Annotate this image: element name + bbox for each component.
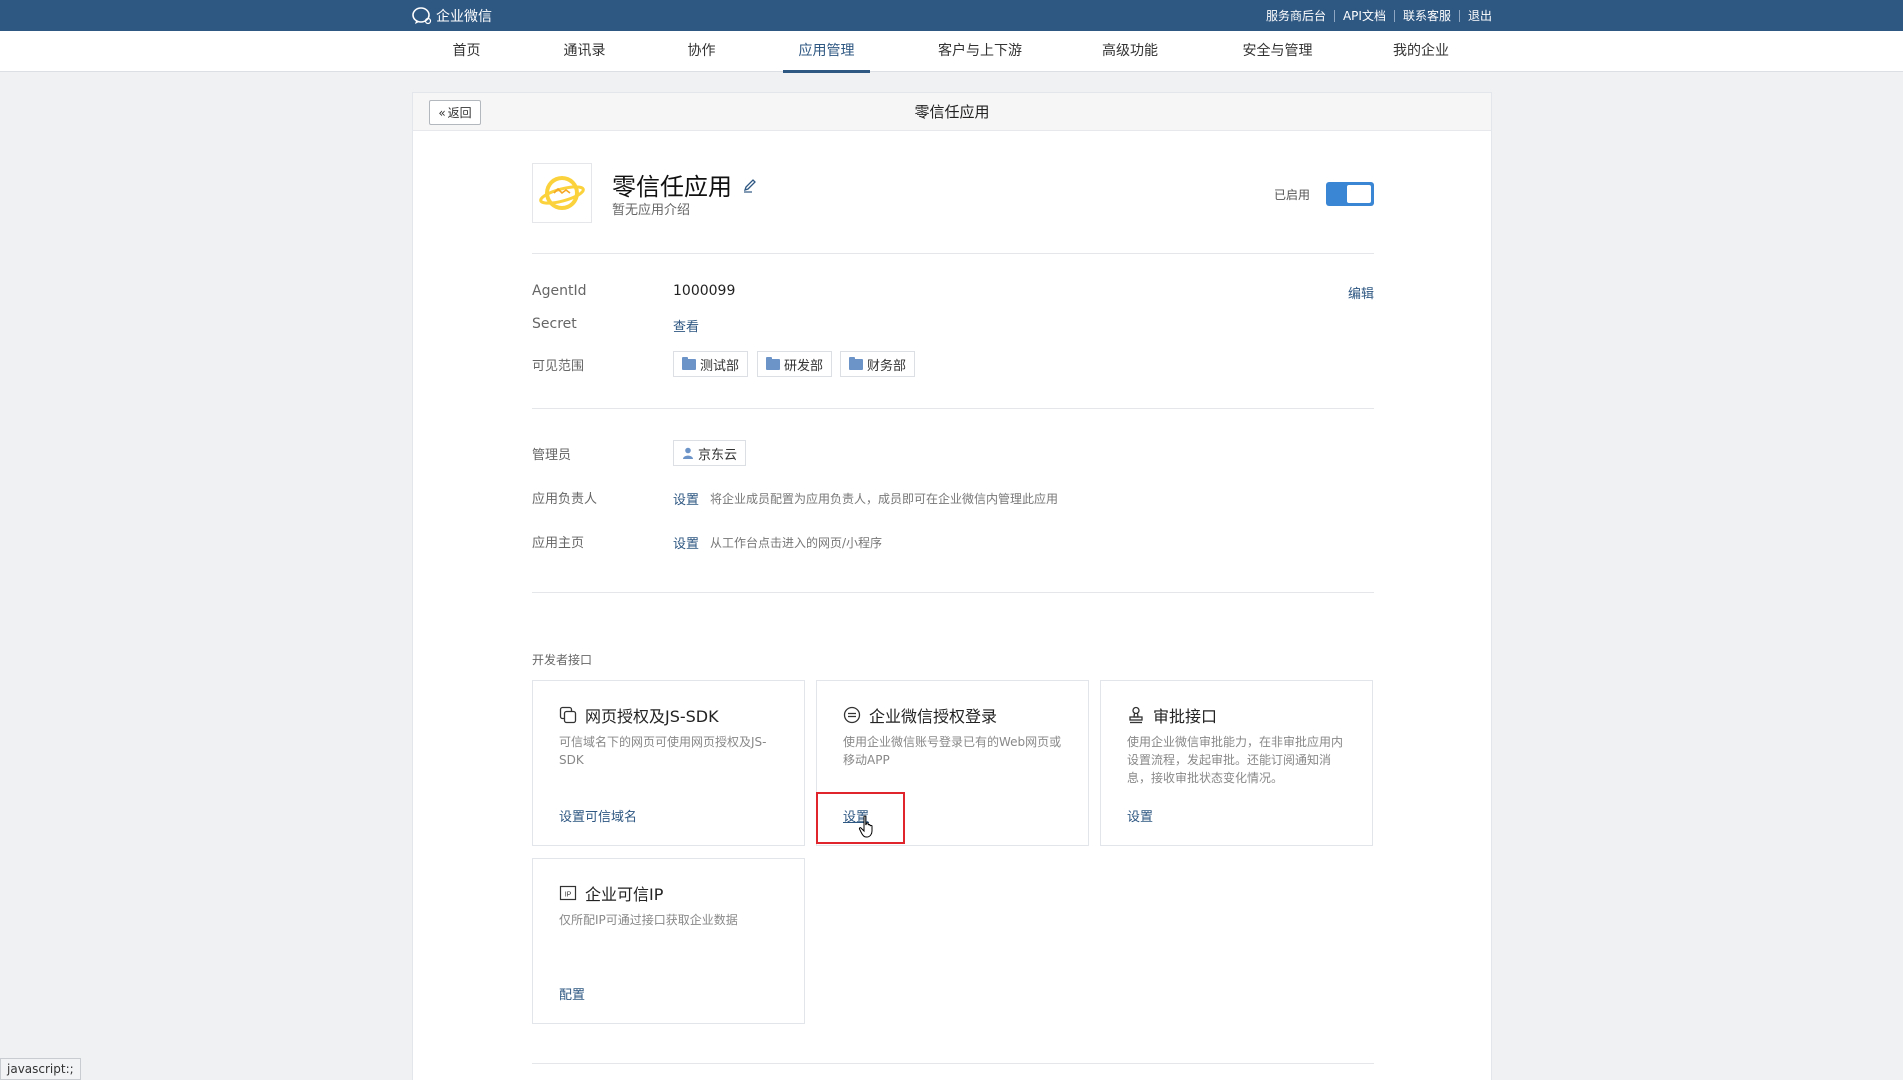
card-description: 仅所配IP可通过接口获取企业数据 — [559, 913, 738, 927]
logout-link[interactable]: 退出 — [1468, 7, 1492, 24]
nav-collaboration[interactable]: 协作 — [677, 31, 726, 72]
card-title: 网页授权及JS-SDK — [559, 703, 719, 727]
set-trusted-domain-link[interactable]: 设置可信域名 — [559, 806, 637, 825]
agentid-value: 1000099 — [673, 283, 736, 299]
card-title: 审批接口 — [1127, 703, 1217, 727]
card-description: 使用企业微信审批能力，在非审批应用内设置流程，发起审批。还能订阅通知消息，接收审… — [1127, 735, 1344, 785]
status-bar: javascript:; — [0, 1058, 81, 1080]
divider — [1393, 9, 1395, 22]
divider — [532, 592, 1374, 593]
svg-text:IP: IP — [565, 892, 572, 899]
admin-label: 管理员 — [532, 448, 572, 463]
person-icon — [683, 447, 693, 459]
panel-title: 零信任应用 — [914, 103, 990, 121]
folder-icon — [766, 356, 780, 370]
contact-support-link[interactable]: 联系客服 — [1403, 7, 1451, 24]
approval-set-link[interactable]: 设置 — [1127, 806, 1153, 825]
webpage-auth-card: 网页授权及JS-SDK 可信域名下的网页可使用网页授权及JS-SDK 设置可信域… — [532, 680, 805, 846]
secret-view-link[interactable]: 查看 — [673, 316, 699, 335]
enable-toggle[interactable] — [1326, 182, 1374, 206]
agentid-label: AgentId — [532, 283, 587, 299]
homepage-set-link[interactable]: 设置 — [673, 533, 699, 552]
scope-tag: 研发部 — [757, 351, 833, 377]
edit-pencil-icon[interactable] — [742, 177, 758, 193]
card-title-label: 审批接口 — [1153, 707, 1218, 726]
nav-home[interactable]: 首页 — [442, 31, 491, 72]
folder-icon — [849, 356, 863, 370]
trusted-ip-card: IP 企业可信IP 仅所配IP可通过接口获取企业数据 配置 — [532, 858, 805, 1024]
divider — [1333, 9, 1335, 22]
card-title-label: 企业可信IP — [585, 885, 664, 904]
app-description: 暂无应用介绍 — [612, 203, 691, 218]
divider — [532, 253, 1374, 254]
scope-tag-label: 财务部 — [867, 358, 907, 374]
owner-label: 应用负责人 — [532, 492, 598, 507]
secret-label: Secret — [532, 316, 577, 332]
nav-advanced[interactable]: 高级功能 — [1095, 31, 1165, 72]
wecom-logo-icon — [412, 7, 432, 25]
divider — [532, 408, 1374, 409]
card-title-label: 企业微信授权登录 — [869, 707, 998, 726]
folder-icon — [682, 356, 696, 370]
app-name-label: 零信任应用 — [612, 173, 732, 201]
scope-tag: 财务部 — [840, 351, 916, 377]
app-detail-panel: « 返回 零信任应用 零信任应用 暂无应用介绍 已启用 AgentId 1000… — [412, 92, 1492, 1080]
status-label: 已启用 — [1273, 188, 1310, 202]
configure-ip-link[interactable]: 配置 — [559, 984, 585, 1003]
nav-contacts[interactable]: 通讯录 — [555, 31, 614, 72]
planet-icon — [539, 176, 585, 210]
app-logo[interactable] — [532, 163, 592, 223]
homepage-label: 应用主页 — [532, 536, 585, 551]
card-description: 可信域名下的网页可使用网页授权及JS-SDK — [559, 735, 767, 767]
approval-stamp-icon — [1129, 706, 1143, 724]
card-description: 使用企业微信账号登录已有的Web网页或移动APP — [843, 735, 1062, 767]
auth-login-icon — [843, 706, 861, 724]
panel-header: « 返回 零信任应用 — [413, 93, 1491, 131]
card-title-label: 网页授权及JS-SDK — [585, 707, 719, 726]
homepage-hint: 从工作台点击进入的网页/小程序 — [710, 536, 883, 550]
scope-label: 可见范围 — [532, 359, 585, 374]
developer-section-label: 开发者接口 — [532, 653, 593, 667]
owner-hint: 将企业成员配置为应用负责人，成员即可在企业微信内管理此应用 — [710, 492, 1059, 506]
scope-tag-label: 研发部 — [784, 358, 824, 374]
approval-card: 审批接口 使用企业微信审批能力，在非审批应用内设置流程，发起审批。还能订阅通知消… — [1100, 680, 1373, 846]
scope-tag: 测试部 — [673, 351, 749, 377]
card-title: IP 企业可信IP — [559, 881, 663, 905]
nav-customers-partners[interactable]: 客户与上下游 — [930, 31, 1030, 72]
ip-icon: IP — [559, 885, 577, 901]
nav-app-management[interactable]: 应用管理 — [783, 31, 870, 73]
edit-link[interactable]: 编辑 — [1348, 283, 1374, 302]
main-nav: 首页 通讯录 协作 应用管理 客户与上下游 高级功能 安全与管理 我的企业 — [0, 31, 1903, 73]
nav-security[interactable]: 安全与管理 — [1235, 31, 1320, 72]
card-title: 企业微信授权登录 — [843, 703, 997, 727]
top-bar: 企业微信 服务商后台 API文档 联系客服 退出 — [0, 0, 1903, 31]
toggle-knob — [1347, 185, 1371, 203]
admin-tag: 京东云 — [673, 440, 747, 466]
hand-pointer-icon — [858, 815, 873, 838]
nav-my-company[interactable]: 我的企业 — [1385, 31, 1457, 72]
top-links: 服务商后台 API文档 联系客服 退出 — [1266, 7, 1492, 24]
divider — [1458, 9, 1460, 22]
owner-set-link[interactable]: 设置 — [673, 489, 699, 508]
divider — [532, 1063, 1374, 1064]
admin-name: 京东云 — [698, 447, 738, 463]
provider-backend-link[interactable]: 服务商后台 — [1266, 7, 1326, 24]
app-name: 零信任应用 — [612, 167, 758, 202]
webpage-auth-icon — [559, 706, 577, 724]
brand-label: 企业微信 — [436, 9, 492, 25]
api-docs-link[interactable]: API文档 — [1343, 7, 1386, 24]
scope-tag-label: 测试部 — [700, 358, 740, 374]
brand[interactable]: 企业微信 — [412, 6, 492, 26]
